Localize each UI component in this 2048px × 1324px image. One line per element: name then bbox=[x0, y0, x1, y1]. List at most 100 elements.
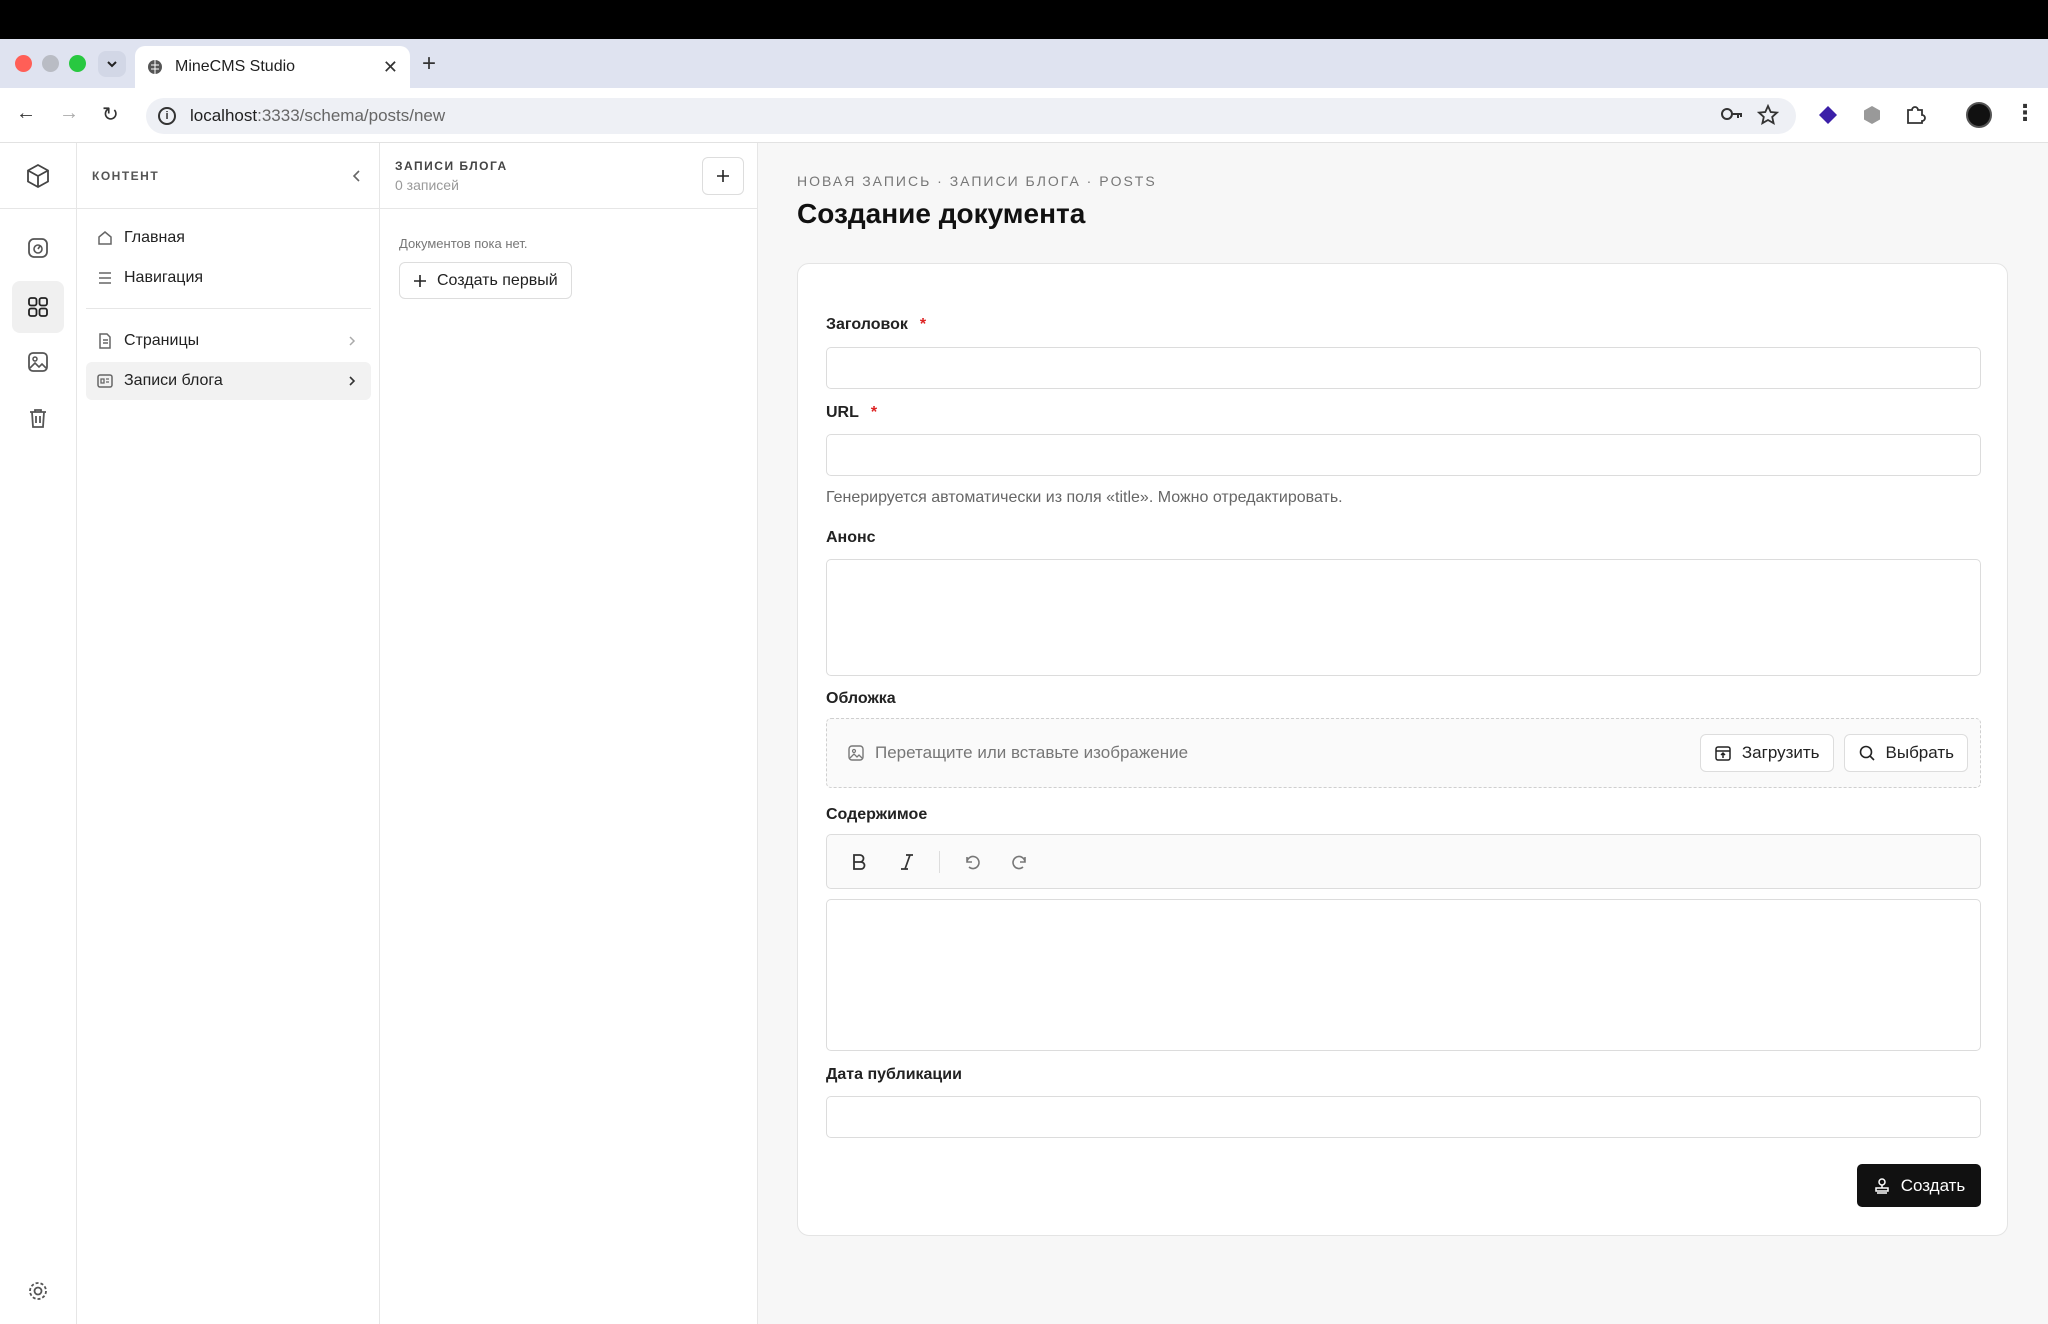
content-editor[interactable] bbox=[826, 899, 1981, 1051]
extension-diamond-icon[interactable] bbox=[1817, 104, 1839, 126]
extension-cube-icon[interactable] bbox=[1861, 104, 1883, 126]
new-tab-button[interactable]: + bbox=[422, 50, 436, 78]
plus-icon bbox=[717, 170, 729, 182]
url-field-label: URL * bbox=[826, 404, 877, 422]
forward-button[interactable]: → bbox=[59, 102, 79, 125]
home-icon bbox=[98, 231, 112, 245]
url-label-text: URL bbox=[826, 404, 859, 421]
create-button[interactable]: Создать bbox=[1857, 1164, 1981, 1207]
date-field-label: Дата публикации bbox=[826, 1066, 962, 1083]
url-input[interactable] bbox=[826, 434, 1981, 476]
screen-top-bar bbox=[0, 0, 2048, 39]
bold-button[interactable] bbox=[837, 842, 881, 882]
sidebar-item-home[interactable]: Главная bbox=[86, 219, 371, 257]
list-count: 0 записей bbox=[395, 177, 459, 193]
italic-icon bbox=[901, 853, 913, 870]
url-path: :3333/schema/posts/new bbox=[257, 106, 446, 125]
content-field-label: Содержимое bbox=[826, 806, 928, 823]
excerpt-textarea[interactable] bbox=[826, 559, 1981, 676]
rich-text-toolbar bbox=[826, 834, 1981, 889]
required-mark: * bbox=[919, 316, 927, 333]
globe-icon bbox=[148, 60, 162, 74]
gear-icon bbox=[29, 1282, 47, 1300]
stamp-icon bbox=[1874, 1177, 1889, 1194]
zoom-window-button[interactable] bbox=[69, 55, 86, 72]
rail-logo[interactable] bbox=[0, 143, 76, 209]
pages-icon bbox=[99, 333, 111, 349]
empty-state-text: Документов пока нет. bbox=[399, 236, 528, 251]
chevron-right-icon bbox=[349, 376, 356, 386]
rail-media[interactable] bbox=[20, 344, 56, 380]
menu-icon bbox=[99, 272, 111, 284]
close-window-button[interactable] bbox=[15, 55, 32, 72]
tab-title: MineCMS Studio bbox=[175, 58, 296, 75]
rail-content[interactable] bbox=[12, 281, 64, 333]
sidebar-item-label: Страницы bbox=[124, 332, 200, 349]
tab-search-button[interactable] bbox=[98, 51, 126, 77]
cover-dropzone[interactable]: Перетащите или вставьте изображение Загр… bbox=[826, 718, 1981, 788]
image-icon bbox=[28, 352, 48, 372]
upload-button[interactable]: Загрузить bbox=[1699, 734, 1834, 772]
plus-icon bbox=[414, 274, 426, 287]
browser-tab[interactable]: MineCMS Studio ✕ bbox=[135, 46, 410, 88]
title-input[interactable] bbox=[826, 347, 1981, 389]
dropzone-placeholder: Перетащите или вставьте изображение bbox=[875, 743, 1189, 762]
minimize-window-button[interactable] bbox=[42, 55, 59, 72]
list-header: ЗАПИСИ БЛОГА 0 записей bbox=[380, 143, 757, 209]
page-title: Создание документа bbox=[797, 198, 1086, 229]
extensions-puzzle-icon[interactable] bbox=[1904, 104, 1926, 126]
app-root: КОНТЕНТ Главная Навигация Страницы Запис… bbox=[0, 143, 2048, 1324]
create-first-button[interactable]: Создать первый bbox=[399, 262, 572, 299]
browser-menu-icon[interactable]: ⋮ bbox=[2014, 100, 2036, 126]
sidebar-item-navigation[interactable]: Навигация bbox=[86, 259, 371, 297]
address-bar[interactable]: i localhost:3333/schema/posts/new bbox=[146, 98, 1796, 134]
upload-icon bbox=[1715, 746, 1731, 761]
redo-icon bbox=[1012, 855, 1026, 869]
upload-label: Загрузить bbox=[1741, 743, 1820, 762]
title-field-label: Заголовок * bbox=[826, 316, 926, 334]
add-document-button[interactable] bbox=[702, 157, 744, 195]
title-label-text: Заголовок bbox=[826, 316, 908, 333]
grid-icon bbox=[28, 297, 48, 317]
publish-date-input[interactable] bbox=[826, 1096, 1981, 1138]
key-icon[interactable] bbox=[1720, 104, 1744, 124]
star-icon[interactable] bbox=[1757, 104, 1779, 126]
document-form: Заголовок * URL * Генерируется автоматичес… bbox=[797, 263, 2008, 1236]
document-list-pane: ЗАПИСИ БЛОГА 0 записей Документов пока н… bbox=[380, 143, 758, 1324]
cube-logo-icon bbox=[27, 163, 49, 188]
list-title: ЗАПИСИ БЛОГА bbox=[395, 159, 508, 173]
image-icon bbox=[848, 745, 864, 761]
rail-settings[interactable] bbox=[20, 1273, 56, 1309]
blog-icon bbox=[97, 374, 113, 388]
chevron-right-icon bbox=[349, 336, 356, 346]
sidebar-item-label: Главная bbox=[124, 229, 185, 246]
url-help-text: Генерируется автоматически из поля «titl… bbox=[826, 489, 1343, 506]
profile-avatar[interactable] bbox=[1966, 102, 1992, 128]
toolbar-divider bbox=[939, 850, 940, 873]
editor-main: НОВАЯ ЗАПИСЬ · ЗАПИСИ БЛОГА · POSTS Созд… bbox=[758, 143, 2048, 1324]
rail-trash[interactable] bbox=[20, 400, 56, 436]
choose-button[interactable]: Выбрать bbox=[1843, 734, 1968, 772]
create-first-label: Создать первый bbox=[437, 271, 558, 289]
url-host: localhost bbox=[190, 106, 258, 125]
sidebar-divider bbox=[86, 308, 371, 309]
excerpt-field-label: Анонс bbox=[826, 529, 876, 546]
sidebar-item-pages[interactable]: Страницы bbox=[86, 322, 371, 360]
close-tab-icon[interactable]: ✕ bbox=[383, 57, 398, 78]
trash-icon bbox=[30, 409, 46, 428]
sidebar-title: КОНТЕНТ bbox=[92, 168, 160, 183]
undo-icon bbox=[966, 855, 980, 869]
rail-dashboard[interactable] bbox=[20, 230, 56, 266]
sidebar-item-blog-posts[interactable]: Записи блога bbox=[86, 362, 371, 400]
content-sidebar: КОНТЕНТ Главная Навигация Страницы Запис… bbox=[77, 143, 380, 1324]
cover-field-label: Обложка bbox=[826, 690, 896, 707]
collapse-sidebar-icon[interactable] bbox=[349, 168, 365, 184]
italic-button[interactable] bbox=[885, 842, 929, 882]
reload-button[interactable]: ↻ bbox=[102, 102, 119, 127]
search-icon bbox=[1859, 745, 1875, 761]
site-info-icon[interactable]: i bbox=[158, 107, 176, 125]
create-label: Создать bbox=[1900, 1175, 1966, 1195]
back-button[interactable]: ← bbox=[16, 102, 36, 125]
undo-button[interactable] bbox=[950, 842, 994, 882]
redo-button[interactable] bbox=[998, 842, 1042, 882]
